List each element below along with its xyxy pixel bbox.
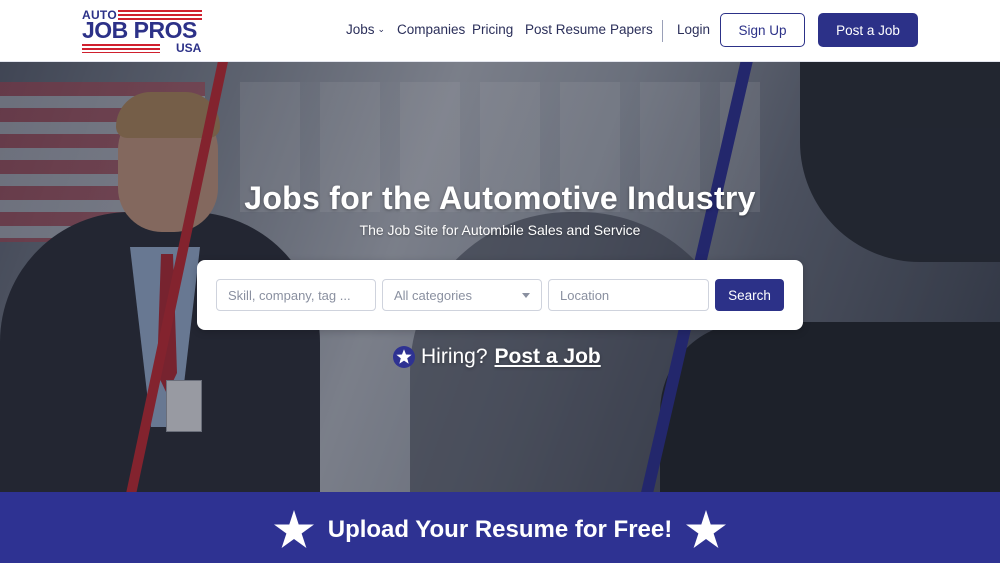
hero-subtitle: The Job Site for Autombile Sales and Ser…	[359, 222, 641, 238]
nav-pricing[interactable]: Pricing	[472, 22, 513, 37]
upload-resume-banner[interactable]: Upload Your Resume for Free!	[0, 492, 1000, 563]
nav-login[interactable]: Login	[677, 22, 710, 37]
hero-title: Jobs for the Automotive Industry	[244, 180, 756, 216]
category-select-value: All categories	[394, 287, 473, 303]
logo-main-text: JOB PROS	[82, 17, 197, 43]
site-logo[interactable]: AUTO JOB PROS USA	[82, 8, 204, 55]
sign-up-button[interactable]: Sign Up	[720, 13, 805, 47]
hero-section: Jobs for the Automotive Industry The Job…	[0, 62, 1000, 492]
hiring-prompt: Hiring?	[421, 345, 488, 368]
category-select[interactable]: All categories	[382, 279, 542, 311]
star-icon	[393, 346, 415, 368]
search-button[interactable]: Search	[715, 279, 784, 311]
nav-divider	[662, 20, 663, 42]
nav-papers[interactable]: Papers	[610, 22, 653, 37]
nav-post-resume[interactable]: Post Resume	[525, 22, 606, 37]
logo-bottom-stripes	[82, 44, 160, 53]
skill-search-input[interactable]: Skill, company, tag ...	[216, 279, 376, 311]
site-header: AUTO JOB PROS USA Jobs ⌄ Companies Pricin…	[0, 0, 1000, 62]
nav-jobs-label: Jobs	[346, 22, 375, 37]
hiring-callout: Hiring? Post a Job	[393, 345, 601, 369]
hiring-post-job-link[interactable]: Post a Job	[495, 345, 601, 369]
star-icon	[686, 510, 726, 548]
chevron-down-icon: ⌄	[377, 24, 386, 34]
caret-down-icon	[522, 293, 530, 298]
upload-resume-text: Upload Your Resume for Free!	[327, 516, 673, 543]
logo-bottom-text: USA	[176, 41, 202, 55]
nav-jobs[interactable]: Jobs ⌄	[346, 22, 385, 37]
job-search-form: Skill, company, tag ... All categories L…	[197, 260, 803, 330]
post-job-button[interactable]: Post a Job	[818, 13, 918, 47]
location-input[interactable]: Location	[548, 279, 709, 311]
nav-companies[interactable]: Companies	[397, 22, 465, 37]
